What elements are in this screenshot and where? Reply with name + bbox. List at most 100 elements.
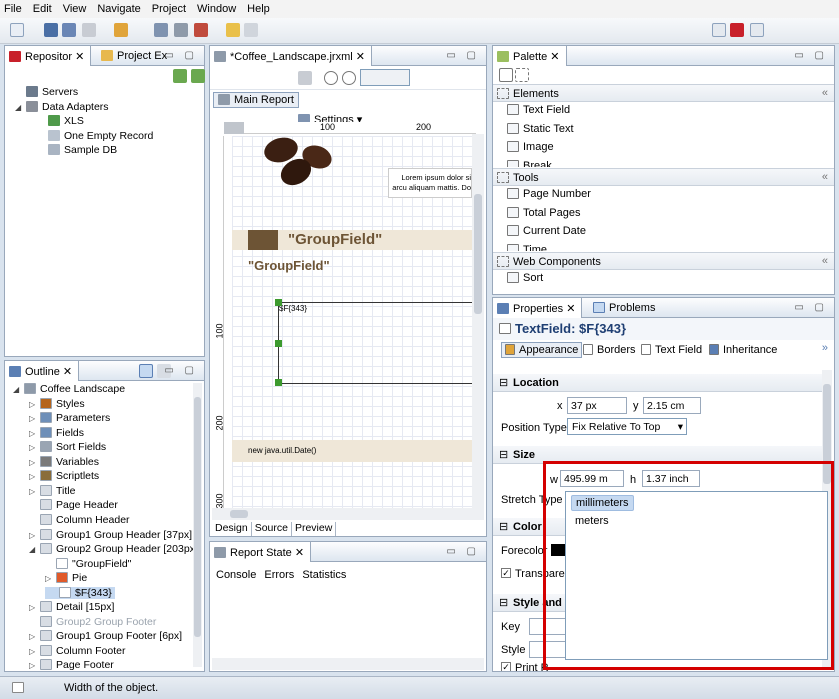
open-perspective-icon[interactable] xyxy=(712,23,726,37)
report-state-tab[interactable]: Report State ✕ xyxy=(210,542,312,562)
project-explorer-tab[interactable]: Project Ex xyxy=(101,50,167,62)
layout-icon[interactable] xyxy=(298,71,312,85)
vertical-scrollbar[interactable] xyxy=(472,134,484,508)
position-type-select[interactable]: Fix Relative To Top ▾ xyxy=(567,418,687,435)
repository-item[interactable]: XLS xyxy=(37,115,84,127)
zoom-in-icon[interactable] xyxy=(324,71,338,85)
zoom-combo[interactable] xyxy=(360,69,410,86)
expand-icon[interactable]: ▷ xyxy=(29,632,37,641)
outline-item[interactable]: ▷ Scriptlets xyxy=(29,470,99,482)
properties-subtab-appearance[interactable]: Appearance xyxy=(501,342,583,358)
outline-item[interactable]: Column Header xyxy=(29,513,130,526)
properties-subtab-borders[interactable]: Borders xyxy=(583,344,636,356)
more-tabs-icon[interactable]: » xyxy=(822,342,828,354)
outline-item[interactable]: ▷ Pie xyxy=(45,572,87,584)
outline-item[interactable]: ▷ Group1 Group Footer [6px] xyxy=(29,630,182,642)
expand-icon[interactable]: ▷ xyxy=(29,443,37,452)
collapse-icon[interactable]: « xyxy=(822,171,828,183)
palette-item[interactable]: Image xyxy=(507,141,554,153)
repository-tab[interactable]: Repositor ✕ xyxy=(5,46,92,66)
add-server-icon[interactable] xyxy=(173,69,187,83)
outline-item[interactable]: Page Header xyxy=(29,499,118,511)
save-icon[interactable] xyxy=(44,23,58,37)
window-controls[interactable]: ▭ ▢ xyxy=(446,546,480,557)
outline-scrollbar[interactable] xyxy=(193,383,202,667)
textfield-element[interactable]: $F{343} xyxy=(275,299,472,386)
expand-icon[interactable]: ▷ xyxy=(29,661,37,670)
expand-icon[interactable]: ▷ xyxy=(29,472,37,481)
expand-icon[interactable]: ▷ xyxy=(29,429,37,438)
outline-item[interactable]: ◢ Coffee Landscape xyxy=(13,383,125,395)
palette-item[interactable]: Break xyxy=(507,159,552,167)
window-controls[interactable]: ▭ ▢ xyxy=(446,50,480,61)
outline-item[interactable]: ▷ Styles xyxy=(29,397,85,410)
repository-item[interactable]: Sample DB xyxy=(37,144,117,156)
outline-item[interactable]: ▷ Fields xyxy=(29,426,84,439)
menu-file[interactable]: File xyxy=(4,3,22,15)
outline-item[interactable]: ▷ Parameters xyxy=(29,412,110,424)
select-icon[interactable] xyxy=(499,68,513,82)
expand-icon[interactable]: ▷ xyxy=(45,574,53,583)
expand-icon[interactable]: ▷ xyxy=(29,400,37,409)
repository-item[interactable]: Servers xyxy=(15,86,78,98)
expand-icon[interactable]: ◢ xyxy=(29,545,37,554)
horizontal-scrollbar[interactable] xyxy=(212,508,484,520)
properties-subtab-inheritance[interactable]: Inheritance xyxy=(709,344,777,356)
print-checkbox[interactable]: ✓ xyxy=(501,662,511,671)
expand-icon[interactable]: ◢ xyxy=(13,385,21,394)
editor-tab-preview[interactable]: Preview xyxy=(292,522,337,536)
editor-tab-design[interactable]: Design xyxy=(212,522,252,536)
expand-icon[interactable]: ◢ xyxy=(15,103,23,112)
palette-section-header[interactable]: Tools « xyxy=(493,168,834,186)
outline-tab[interactable]: Outline ✕ xyxy=(5,361,80,381)
palette-section[interactable]: Tools « Page Number Total Pages Current Date… xyxy=(493,168,834,251)
outline-item[interactable]: ▷ Page Footer xyxy=(29,659,114,671)
save-all-icon[interactable] xyxy=(62,23,76,37)
width-field[interactable] xyxy=(560,470,624,487)
palette-item[interactable]: Static Text xyxy=(507,122,574,135)
window-controls[interactable]: ▭ ▢ xyxy=(164,50,198,61)
palette-item[interactable]: Sort xyxy=(507,272,543,284)
palette-item[interactable]: Current Date xyxy=(507,225,586,237)
report-state-tab-errors[interactable]: Errors xyxy=(264,569,294,581)
outline-item[interactable]: ▷ Detail [15px] xyxy=(29,601,114,613)
outline-item[interactable]: ▷ Title xyxy=(29,484,75,497)
resize-handle[interactable] xyxy=(275,340,282,347)
compile-icon[interactable] xyxy=(154,23,168,37)
undo-icon[interactable] xyxy=(226,23,240,37)
transparent-checkbox[interactable]: ✓ xyxy=(501,568,511,578)
palette-section-header[interactable]: Elements « xyxy=(493,84,834,102)
outline-item[interactable]: "GroupField" xyxy=(45,557,131,570)
marquee-icon[interactable] xyxy=(515,68,529,82)
menu-project[interactable]: Project xyxy=(152,3,186,15)
menu-window[interactable]: Window xyxy=(197,3,236,15)
height-field[interactable] xyxy=(642,470,700,487)
repository-item[interactable]: One Empty Record xyxy=(37,129,153,142)
delete-icon[interactable] xyxy=(194,23,208,37)
location-section[interactable]: ⊟ Location xyxy=(493,374,823,392)
expand-icon[interactable]: ▷ xyxy=(29,531,37,540)
collapse-icon[interactable]: « xyxy=(822,255,828,267)
palette-item[interactable]: Total Pages xyxy=(507,206,580,219)
editor-tab[interactable]: *Coffee_Landscape.jrxml ✕ xyxy=(210,46,372,66)
report-canvas[interactable]: Lorem ipsum dolor si arcu aliquam mattis… xyxy=(232,136,472,508)
report-state-tab-statistics[interactable]: Statistics xyxy=(302,569,346,581)
add-adapter-icon[interactable] xyxy=(191,69,205,83)
palette-item[interactable]: Text Field xyxy=(507,104,570,116)
expand-icon[interactable]: ▷ xyxy=(29,647,37,656)
outline-item[interactable]: ▷ Sort Fields xyxy=(29,441,106,453)
x-field[interactable] xyxy=(567,397,627,414)
expand-icon[interactable]: ▷ xyxy=(29,603,37,612)
palette-section[interactable]: Elements « Text Field Static Text Image Break xyxy=(493,84,834,167)
palette-section[interactable]: Web Components « Sort xyxy=(493,252,834,294)
report-state-tab-console[interactable]: Console xyxy=(216,569,256,581)
outline-item[interactable]: ▷ Column Footer xyxy=(29,644,125,657)
problems-tab[interactable]: Problems xyxy=(593,302,655,314)
collapse-icon[interactable]: « xyxy=(822,87,828,99)
main-report-tab[interactable]: Main Report xyxy=(213,92,299,108)
unit-option-meters[interactable]: meters xyxy=(571,514,613,528)
window-controls[interactable]: ▭ ▢ xyxy=(164,365,198,376)
outline-item[interactable]: ▷ Variables xyxy=(29,455,99,468)
repository-item[interactable]: ◢ Data Adapters xyxy=(15,100,109,113)
unit-dropdown[interactable]: millimeters meters xyxy=(565,491,828,660)
